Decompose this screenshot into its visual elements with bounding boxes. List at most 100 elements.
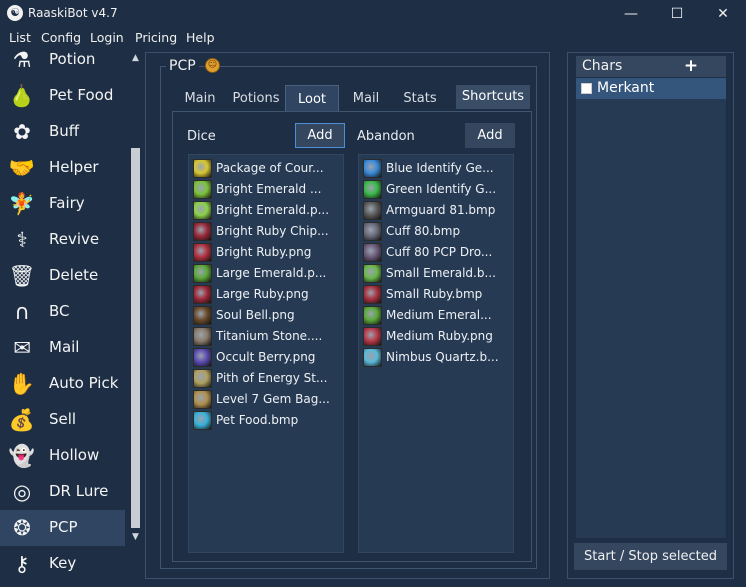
menu-login[interactable]: Login <box>90 30 124 45</box>
list-item[interactable]: Package of Cour... <box>193 158 343 178</box>
list-item[interactable]: Pet Food.bmp <box>193 410 343 430</box>
abandon-list[interactable]: Blue Identify Ge... Green Identify G... Ar… <box>358 154 514 553</box>
list-item[interactable]: Medium Ruby.png <box>363 326 513 346</box>
list-item[interactable]: Nimbus Quartz.b... <box>363 347 513 367</box>
chars-list[interactable]: Merkant <box>576 78 726 538</box>
menu-list[interactable]: List <box>9 30 31 45</box>
list-item[interactable]: Large Emerald.p... <box>193 263 343 283</box>
bc-icon: ∩ <box>14 300 30 324</box>
item-filename: Level 7 Gem Bag... <box>216 392 330 406</box>
minimize-button[interactable]: — <box>608 0 654 28</box>
list-item[interactable]: Occult Berry.png <box>193 347 343 367</box>
item-thumbnail-icon <box>193 369 212 388</box>
tab-mail[interactable]: Mail <box>347 85 385 111</box>
item-thumbnail-icon <box>193 306 212 325</box>
list-item[interactable]: Bright Ruby Chip... <box>193 221 343 241</box>
sidebar-item-dr-lure[interactable]: ◎ DR Lure <box>0 474 125 510</box>
list-item[interactable]: Bright Emerald.p... <box>193 200 343 220</box>
add-char-button[interactable]: + <box>679 56 703 77</box>
list-item[interactable]: Green Identify G... <box>363 179 513 199</box>
char-row[interactable]: Merkant <box>576 78 726 99</box>
list-item[interactable]: Pith of Energy St... <box>193 368 343 388</box>
item-thumbnail-icon <box>363 264 382 283</box>
pcp-icon: ❂ <box>13 516 31 540</box>
list-item[interactable]: Titanium Stone.... <box>193 326 343 346</box>
menu-help[interactable]: Help <box>186 30 215 45</box>
dr-lure-icon: ◎ <box>12 480 32 504</box>
scroll-down-arrow-icon[interactable]: ▼ <box>129 531 142 543</box>
tab-potions[interactable]: Potions <box>228 85 284 111</box>
title-bar: ☯ RaaskiBot v4.7 — ☐ ✕ <box>0 0 746 28</box>
sidebar-item-bc[interactable]: ∩ BC <box>0 294 125 330</box>
sidebar-item-fairy[interactable]: 🧚 Fairy <box>0 186 125 222</box>
sidebar-item-sell[interactable]: 💰 Sell <box>0 402 125 438</box>
pcp-emoji-icon: ☺ <box>205 58 220 73</box>
sidebar-item-mail[interactable]: ✉ Mail <box>0 330 125 366</box>
list-item[interactable]: Soul Bell.png <box>193 305 343 325</box>
list-item[interactable]: Armguard 81.bmp <box>363 200 513 220</box>
list-item[interactable]: Bright Ruby.png <box>193 242 343 262</box>
tab-shortcuts[interactable]: Shortcuts <box>456 85 530 109</box>
sidebar-item-helper[interactable]: 🤝 Helper <box>0 150 125 186</box>
item-filename: Green Identify G... <box>386 182 497 196</box>
item-filename: Bright Emerald.p... <box>216 203 330 217</box>
item-filename: Bright Ruby Chip... <box>216 224 329 238</box>
sidebar-item-label: Fairy <box>49 194 85 212</box>
item-thumbnail-icon <box>193 222 212 241</box>
item-filename: Bright Ruby.png <box>216 245 312 259</box>
abandon-add-button[interactable]: Add <box>465 123 515 148</box>
menu-config[interactable]: Config <box>41 30 81 45</box>
item-filename: Armguard 81.bmp <box>386 203 496 217</box>
menu-pricing[interactable]: Pricing <box>135 30 177 45</box>
item-thumbnail-icon <box>363 327 382 346</box>
sidebar-item-label: PCP <box>49 518 78 536</box>
sidebar-item-pet-food[interactable]: 🍐 Pet Food <box>0 78 125 114</box>
list-item[interactable]: Small Emerald.b... <box>363 263 513 283</box>
item-thumbnail-icon <box>193 411 212 430</box>
list-item[interactable]: Level 7 Gem Bag... <box>193 389 343 409</box>
item-filename: Small Ruby.bmp <box>386 287 483 301</box>
dice-list[interactable]: Package of Cour... Bright Emerald ... Brig… <box>188 154 344 553</box>
sidebar-item-hollow[interactable]: 👻 Hollow <box>0 438 125 474</box>
fairy-icon: 🧚 <box>8 192 36 216</box>
item-filename: Medium Emeral... <box>386 308 492 322</box>
sidebar-item-pcp[interactable]: ❂ PCP <box>0 510 125 546</box>
sidebar-item-buff[interactable]: ✿ Buff <box>0 114 125 150</box>
close-button[interactable]: ✕ <box>700 0 746 28</box>
sidebar-scrollbar[interactable]: ▲ ▼ <box>129 48 142 547</box>
item-filename: Cuff 80 PCP Dro... <box>386 245 493 259</box>
pcp-title: PCP <box>166 58 199 74</box>
sidebar-item-auto-pick[interactable]: ✋ Auto Pick <box>0 366 125 402</box>
abandon-label: Abandon <box>357 129 415 144</box>
buff-icon: ✿ <box>13 120 31 144</box>
char-checkbox[interactable] <box>581 83 592 94</box>
pet-food-icon: 🍐 <box>8 84 36 108</box>
item-filename: Pet Food.bmp <box>216 413 299 427</box>
scroll-up-arrow-icon[interactable]: ▲ <box>129 52 142 64</box>
list-item[interactable]: Medium Emeral... <box>363 305 513 325</box>
list-item[interactable]: Cuff 80 PCP Dro... <box>363 242 513 262</box>
char-name: Merkant <box>597 80 655 96</box>
start-stop-selected-button[interactable]: Start / Stop selected <box>574 543 727 570</box>
tab-loot[interactable]: Loot <box>285 85 339 111</box>
scroll-thumb[interactable] <box>131 148 140 528</box>
maximize-button[interactable]: ☐ <box>654 0 700 28</box>
tab-stats[interactable]: Stats <box>397 85 443 111</box>
sidebar-item-delete[interactable]: 🗑 Delete <box>0 258 125 294</box>
tab-main[interactable]: Main <box>180 85 220 111</box>
item-filename: Titanium Stone.... <box>216 329 323 343</box>
list-item[interactable]: Large Ruby.png <box>193 284 343 304</box>
sidebar-item-potion[interactable]: ⚗ Potion <box>0 48 125 78</box>
item-thumbnail-icon <box>363 285 382 304</box>
list-item[interactable]: Bright Emerald ... <box>193 179 343 199</box>
sidebar-item-label: Mail <box>49 338 80 356</box>
sidebar-item-key[interactable]: ⚷ Key <box>0 546 125 582</box>
list-item[interactable]: Blue Identify Ge... <box>363 158 513 178</box>
dice-add-button[interactable]: Add <box>295 123 345 148</box>
item-thumbnail-icon <box>193 243 212 262</box>
mail-icon: ✉ <box>13 336 31 360</box>
list-item[interactable]: Small Ruby.bmp <box>363 284 513 304</box>
item-filename: Package of Cour... <box>216 161 324 175</box>
sidebar-item-revive[interactable]: ⚕ Revive <box>0 222 125 258</box>
list-item[interactable]: Cuff 80.bmp <box>363 221 513 241</box>
